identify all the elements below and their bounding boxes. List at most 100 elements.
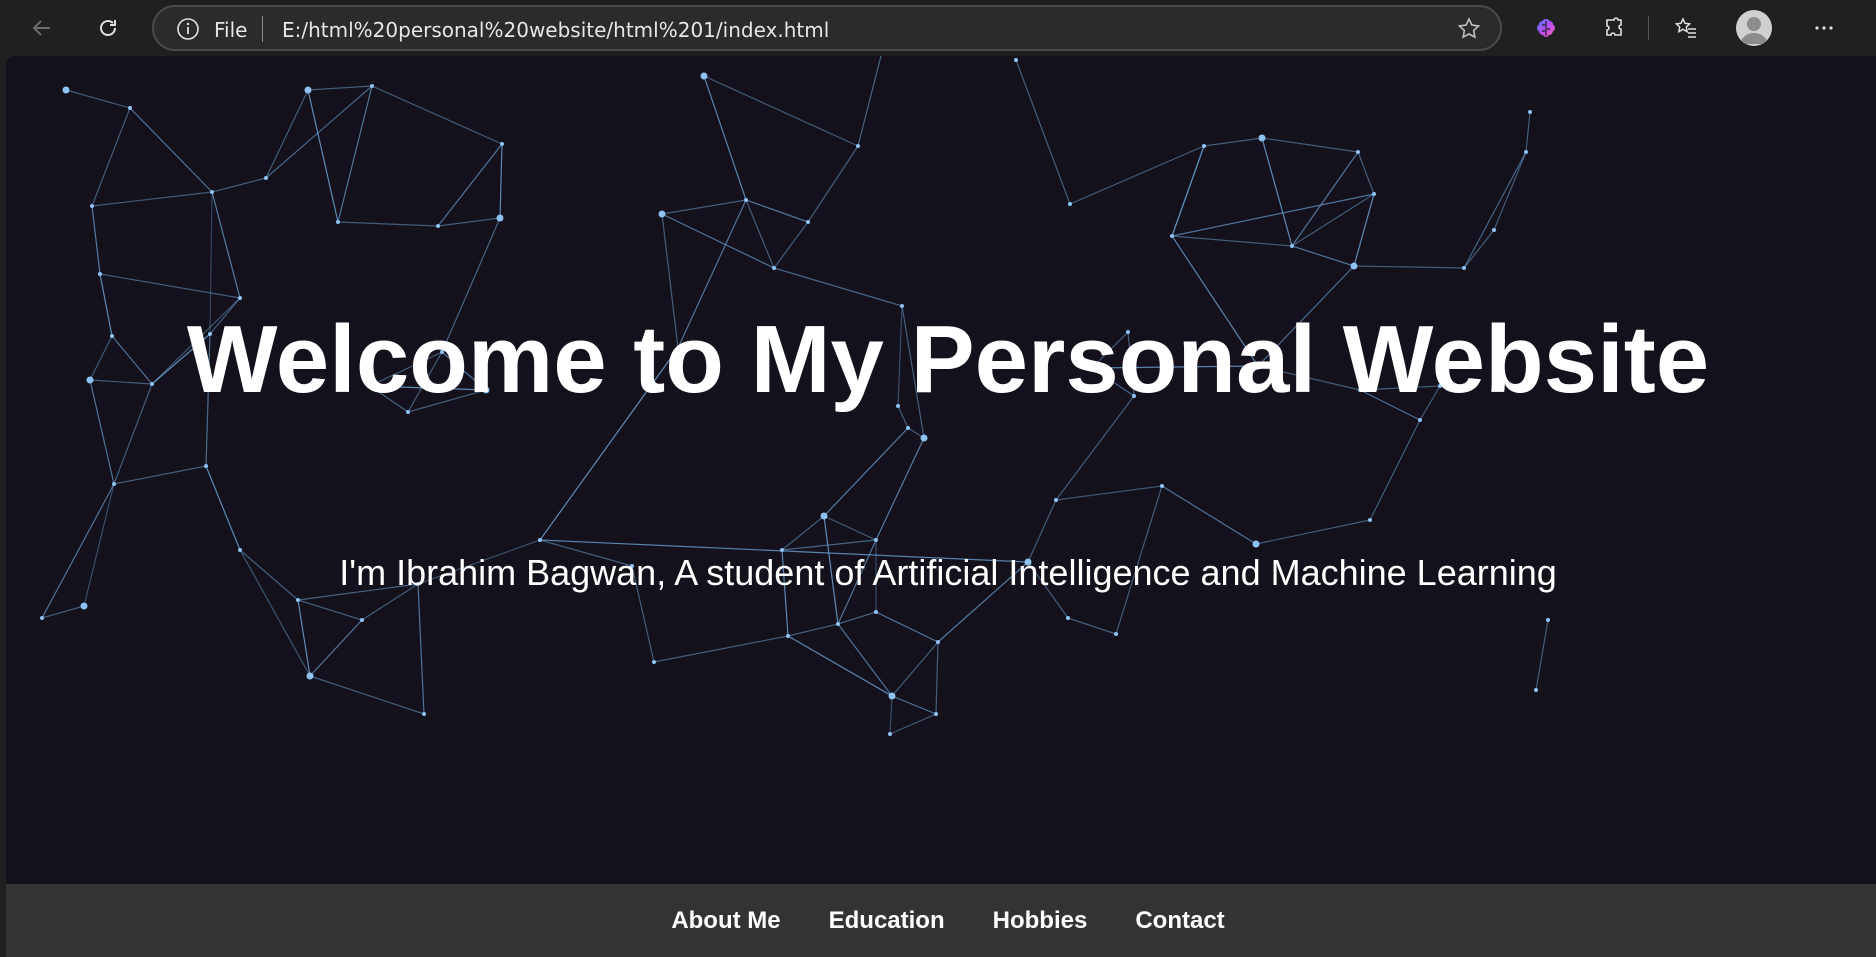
extensions-icon[interactable]	[1594, 8, 1634, 48]
network-node	[1524, 150, 1528, 154]
network-line	[65, 89, 131, 109]
network-node	[936, 640, 940, 644]
network-node	[1114, 632, 1118, 636]
network-node	[1418, 418, 1422, 422]
network-node	[1372, 192, 1376, 196]
network-line	[773, 221, 809, 269]
network-line	[935, 641, 939, 715]
network-node	[1546, 618, 1550, 622]
network-line	[1535, 619, 1549, 691]
particle-network-background	[40, 56, 1550, 736]
network-node	[80, 602, 88, 610]
network-node	[1534, 688, 1538, 692]
network-line	[1291, 245, 1355, 267]
network-node	[856, 144, 860, 148]
network-line	[889, 695, 893, 735]
brain-icon[interactable]	[1526, 8, 1566, 48]
network-node	[906, 426, 910, 430]
network-line	[781, 515, 825, 551]
address-url[interactable]: E:/html%20personal%20website/html%201/in…	[282, 18, 829, 42]
network-node	[1350, 262, 1358, 270]
network-line	[1463, 229, 1495, 269]
network-node	[306, 672, 314, 680]
network-node	[1014, 58, 1018, 62]
network-node	[658, 210, 666, 218]
network-node	[934, 712, 938, 716]
network-node	[1492, 228, 1496, 232]
network-node	[1290, 244, 1294, 248]
network-line	[1255, 519, 1371, 545]
network-node	[370, 84, 374, 88]
favorites-icon[interactable]	[1666, 8, 1706, 48]
network-line	[653, 635, 789, 663]
network-line	[1171, 193, 1375, 237]
network-line	[875, 611, 939, 643]
nav-about-me[interactable]: About Me	[671, 907, 780, 935]
nav-hobbies[interactable]: Hobbies	[993, 907, 1088, 935]
network-line	[307, 85, 373, 91]
profile-icon[interactable]	[1736, 10, 1772, 46]
network-line	[787, 623, 839, 637]
network-line	[1261, 137, 1359, 153]
network-line	[41, 605, 85, 619]
hero-title: Welcome to My Personal Website	[6, 304, 1876, 416]
network-node	[336, 220, 340, 224]
network-node	[1462, 266, 1466, 270]
network-line	[773, 267, 903, 307]
network-line	[661, 199, 747, 215]
network-line	[1203, 137, 1263, 147]
network-line	[745, 199, 809, 223]
network-node	[888, 732, 892, 736]
refresh-icon[interactable]	[88, 8, 128, 48]
star-icon[interactable]	[1456, 16, 1482, 42]
network-line	[437, 217, 501, 227]
address-bar[interactable]: File E:/html%20personal%20website/html%2…	[152, 5, 1502, 51]
network-node	[436, 224, 440, 228]
network-line	[1261, 137, 1293, 247]
bottom-navbar: About Me Education Hobbies Contact	[6, 884, 1876, 957]
network-node	[786, 634, 790, 638]
network-line	[703, 75, 859, 147]
network-node	[40, 616, 44, 620]
network-node	[1528, 110, 1532, 114]
network-node	[360, 618, 364, 622]
network-line	[417, 583, 425, 715]
address-separator	[262, 16, 263, 42]
network-line	[205, 465, 241, 551]
network-line	[781, 539, 877, 551]
network-node	[652, 660, 656, 664]
network-line	[337, 85, 373, 223]
back-arrow-icon[interactable]	[22, 8, 62, 48]
network-line	[265, 85, 373, 179]
network-line	[891, 695, 937, 715]
network-node	[238, 296, 242, 300]
network-line	[703, 75, 747, 201]
network-line	[211, 191, 241, 299]
network-line	[837, 623, 893, 697]
toolbar-divider	[1648, 16, 1649, 40]
network-node	[1160, 484, 1164, 488]
network-node	[1368, 518, 1372, 522]
network-line	[129, 107, 213, 193]
network-node	[874, 538, 878, 542]
info-icon[interactable]	[176, 17, 200, 41]
network-line	[1171, 145, 1205, 237]
nav-education[interactable]: Education	[829, 907, 945, 935]
network-line	[265, 89, 309, 179]
network-node	[98, 272, 102, 276]
hero-title-text: Welcome to My Personal Website	[186, 306, 1710, 413]
network-node	[1202, 144, 1206, 148]
network-node	[1258, 134, 1266, 142]
network-line	[823, 427, 909, 517]
network-node	[1054, 498, 1058, 502]
network-node	[90, 204, 94, 208]
network-line	[91, 191, 213, 207]
network-line	[297, 599, 363, 621]
network-node	[744, 198, 748, 202]
network-line	[309, 619, 363, 677]
network-line	[371, 85, 503, 145]
network-line	[1525, 111, 1531, 153]
more-icon[interactable]	[1804, 8, 1844, 48]
nav-contact[interactable]: Contact	[1135, 907, 1224, 935]
network-line	[499, 143, 503, 219]
